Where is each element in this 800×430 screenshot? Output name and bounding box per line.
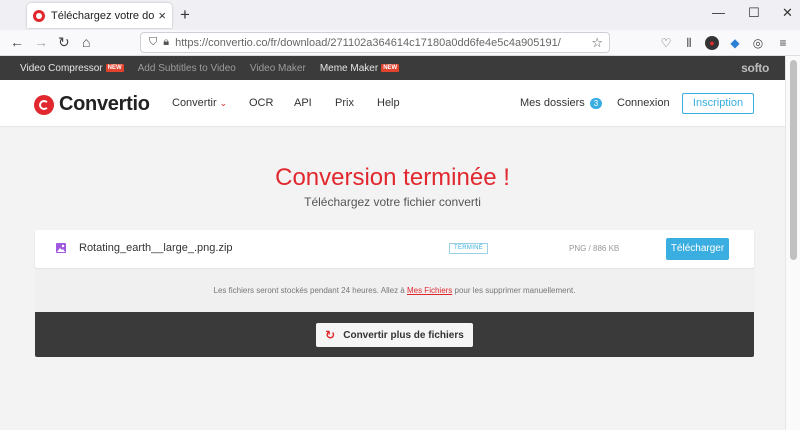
site-header: Convertio Convertir ⌄ OCR API Prix Help M… [0,80,785,127]
status-badge: TERMINÉ [449,243,489,254]
tab-title: Téléchargez votre dossier — Co [51,9,155,22]
shield-icon[interactable]: ⛉ [149,36,157,49]
new-badge: NEW [105,64,124,72]
extension-diamond-icon[interactable]: ◆ [728,36,742,50]
menu-icon[interactable]: ≡ [776,36,790,50]
scrollbar-thumb[interactable] [790,60,797,260]
chevron-down-icon: ⌄ [219,98,228,108]
browser-tab[interactable]: Téléchargez votre dossier — Co × [27,3,172,28]
my-folders-link[interactable]: Mes dossiers 3 [520,97,603,109]
nav-ocr[interactable]: OCR [249,97,273,109]
convert-more-button[interactable]: ↻ Convertir plus de fichiers [316,323,473,347]
storage-info: Les fichiers seront stockés pendant 24 h… [35,268,754,312]
my-folders-label: Mes dossiers [520,97,585,109]
nav-convertir-label: Convertir [172,97,217,109]
forward-button[interactable]: → [34,34,48,50]
extension-icon[interactable]: ● [705,36,719,50]
page-subtitle: Téléchargez votre fichier converti [304,195,481,209]
softo-link-meme-maker[interactable]: Meme Maker NEW [319,62,400,74]
minimize-button[interactable]: — [712,5,725,20]
tab-close-icon[interactable]: × [158,8,166,23]
new-badge: NEW [381,64,400,72]
new-tab-button[interactable]: + [180,5,190,25]
storage-info-text: Les fichiers seront stockés pendant 24 h… [213,286,407,295]
storage-info-text-end: pour les supprimer manuellement. [452,286,576,295]
browser-tab-bar: Téléchargez votre dossier — Co × + — ☐ ✕ [0,0,800,30]
softo-link-video-compressor[interactable]: Video Compressor NEW [20,63,124,74]
signup-button[interactable]: Inscription [682,93,754,114]
convertio-logo-icon [34,94,54,115]
refresh-icon: ↻ [325,328,336,342]
convert-more-bar: ↻ Convertir plus de fichiers [35,312,754,357]
home-button[interactable]: ⌂ [82,34,90,50]
softo-logo[interactable]: softo [741,61,769,75]
logo-text: Convertio [59,93,150,115]
close-window-button[interactable]: ✕ [782,5,793,21]
softo-link-add-subtitles[interactable]: Add Subtitles to Video [138,63,236,74]
nav-prix[interactable]: Prix [335,97,354,109]
nav-convertir[interactable]: Convertir ⌄ [172,97,227,109]
softo-top-bar: Video Compressor NEW Add Subtitles to Vi… [0,56,785,80]
browser-nav-bar: ← → ↻ ⌂ ⛉ 🔒︎ https://convertio.co/fr/dow… [0,30,800,56]
page-title: Conversion terminée ! [275,164,510,191]
file-row: Rotating_earth__large_.png.zip TERMINÉ P… [35,230,754,268]
softo-link-label: Meme Maker [319,62,379,74]
bookmark-star-icon[interactable]: ☆ [591,35,603,51]
page-scrollbar[interactable] [785,56,800,430]
convertio-favicon-icon [33,9,45,22]
pocket-icon[interactable]: ♡ [659,36,673,50]
nav-api[interactable]: API [294,97,312,109]
maximize-button[interactable]: ☐ [748,5,760,21]
reload-button[interactable]: ↻ [58,34,70,51]
nav-help[interactable]: Help [377,97,400,109]
convertio-logo[interactable]: Convertio [34,93,150,116]
address-bar[interactable]: ⛉ 🔒︎ https://convertio.co/fr/download/27… [140,32,610,53]
image-file-icon [56,243,66,253]
url-text[interactable]: https://convertio.co/fr/download/271102a… [175,37,561,49]
lock-icon[interactable]: 🔒︎ [163,36,169,49]
my-files-link[interactable]: Mes Fichiers [407,286,452,295]
folders-count-badge: 3 [589,97,603,109]
softo-link-video-maker[interactable]: Video Maker [250,63,306,74]
back-button[interactable]: ← [10,34,24,50]
download-button[interactable]: Télécharger [666,238,729,260]
file-size: PNG / 886 KB [569,244,620,253]
convert-more-label: Convertir plus de fichiers [343,329,464,341]
library-icon[interactable]: ⫴ [682,36,696,50]
extension-ring-icon[interactable]: ◎ [751,36,765,50]
file-name: Rotating_earth__large_.png.zip [79,242,233,254]
login-link[interactable]: Connexion [617,97,670,109]
softo-link-label: Video Compressor [20,62,103,74]
